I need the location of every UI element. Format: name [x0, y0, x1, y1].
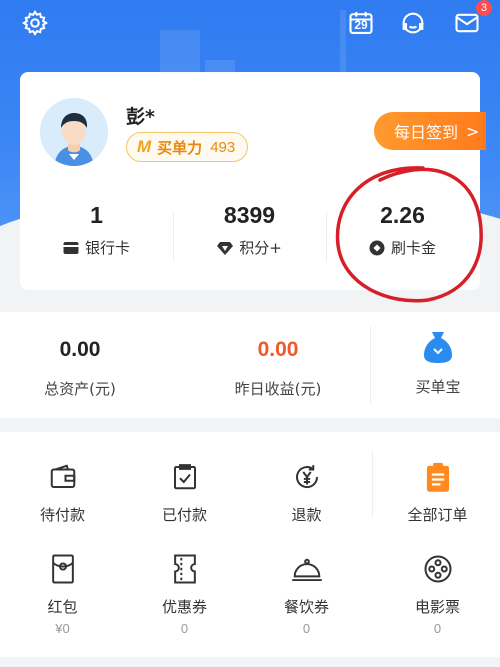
divider — [372, 450, 373, 518]
bank-card-icon — [63, 241, 79, 254]
wallet-item-label: 电影票 — [414, 598, 460, 616]
gear-icon — [21, 9, 48, 37]
order-label: 待付款 — [39, 506, 85, 524]
stat-value: 1 — [90, 202, 103, 228]
headset-icon — [402, 12, 424, 34]
assets-panel: 0.00 总资产(元) 0.00 昨日收益(元) 买单宝 — [0, 312, 500, 418]
wallet-item-value: 0 — [302, 621, 311, 636]
total-assets[interactable]: 0.00 总资产(元) — [0, 338, 160, 399]
messages-button[interactable]: 3 — [452, 0, 492, 38]
wallet-item-label: 餐饮券 — [283, 598, 329, 616]
wallet-item-value: 0 — [433, 621, 442, 636]
user-avatar-icon — [40, 98, 108, 166]
wallet-icon — [50, 464, 75, 488]
yesterday-earnings-value: 0.00 — [257, 338, 299, 361]
username: 彭* — [126, 106, 155, 128]
film-reel-icon — [424, 555, 451, 583]
total-assets-label: 总资产(元) — [44, 380, 116, 398]
customer-service-button[interactable] — [398, 8, 428, 38]
calendar-button[interactable]: 29 — [346, 8, 376, 38]
money-bag-icon — [424, 332, 452, 363]
wallet-item-value: 0 — [180, 621, 189, 636]
maidanbao-entry[interactable]: 买单宝 — [358, 330, 500, 397]
stat-value: 8399 — [223, 202, 276, 228]
order-label: 已付款 — [161, 506, 207, 524]
coupon-entry[interactable]: 优惠券 0 — [122, 552, 247, 636]
order-list-icon — [426, 462, 449, 492]
red-envelope-entry[interactable]: 红包 ¥0 — [0, 552, 125, 636]
yesterday-earnings-label: 昨日收益(元) — [234, 380, 322, 398]
coin-icon — [369, 240, 385, 255]
stat-value: 2.26 — [380, 202, 425, 228]
wallet-item-value: ¥0 — [55, 621, 70, 636]
purchasing-power-badge[interactable]: M 买单力 493 — [126, 132, 249, 162]
cloche-icon — [291, 558, 322, 582]
order-paid[interactable]: 已付款 — [122, 460, 247, 525]
refund-yen-icon — [295, 465, 318, 489]
diamond-icon — [217, 241, 234, 255]
order-label: 退款 — [291, 506, 322, 524]
calendar-day: 29 — [354, 18, 368, 32]
envelope-icon — [455, 13, 479, 33]
chevron-right-icon: > — [466, 121, 480, 141]
membership-label: 买单力 — [157, 138, 203, 157]
yesterday-earnings[interactable]: 0.00 昨日收益(元) — [198, 338, 358, 399]
avatar[interactable] — [40, 98, 108, 166]
order-pending-payment[interactable]: 待付款 — [0, 460, 125, 525]
stat-points[interactable]: 8399 积分+ — [173, 202, 326, 258]
stat-card-bonus[interactable]: 2.26 刷卡金 — [326, 202, 479, 258]
signin-label: 每日签到 — [394, 123, 459, 142]
ticket-icon — [173, 554, 196, 584]
daily-signin-button[interactable]: 每日签到 > — [374, 112, 486, 150]
movie-ticket-entry[interactable]: 电影票 0 — [375, 552, 500, 636]
wallet-item-label: 优惠券 — [161, 598, 207, 616]
order-refund[interactable]: 退款 — [244, 460, 369, 525]
stat-label: 积分+ — [239, 239, 282, 257]
membership-logo: M — [137, 137, 152, 156]
profile-card: 彭* M 买单力 493 每日签到 > 1 银行卡 8399 积分+ 2.26 … — [20, 72, 486, 290]
message-count-badge: 3 — [475, 0, 492, 16]
total-assets-value: 0.00 — [59, 338, 101, 361]
order-label: 全部订单 — [407, 506, 468, 524]
stat-label: 刷卡金 — [390, 239, 436, 257]
orders-panel: 待付款 已付款 退款 全部订单 红包 ¥0 优惠券 0 餐饮券 0 电影票 0 — [0, 432, 500, 657]
stat-label: 银行卡 — [84, 239, 130, 257]
dining-voucher-entry[interactable]: 餐饮券 0 — [244, 552, 369, 636]
clipboard-check-icon — [173, 464, 196, 490]
settings-button[interactable] — [20, 8, 50, 38]
red-envelope-icon — [51, 554, 74, 584]
order-all[interactable]: 全部订单 — [375, 460, 500, 525]
wallet-item-label: 红包 — [47, 598, 78, 616]
maidanbao-label: 买单宝 — [415, 378, 461, 396]
membership-value: 493 — [210, 138, 236, 156]
stat-bank-cards[interactable]: 1 银行卡 — [20, 202, 173, 258]
